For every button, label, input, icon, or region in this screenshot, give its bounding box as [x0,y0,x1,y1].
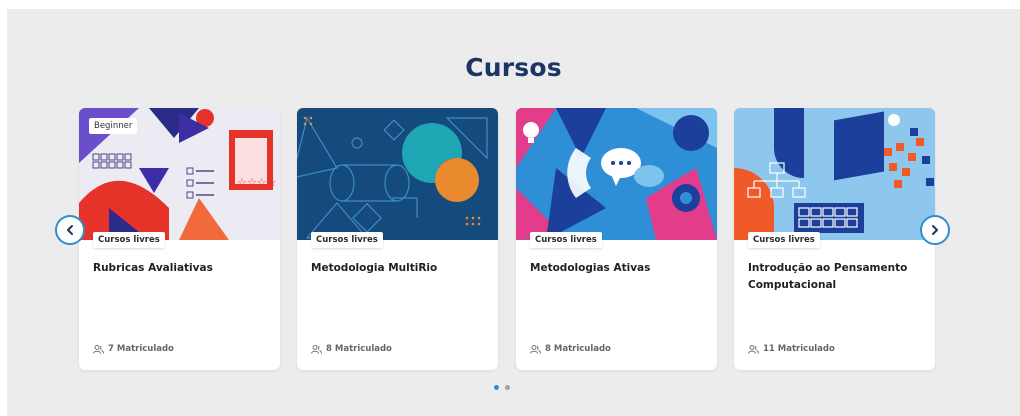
course-card-metodologias-ativas[interactable]: Cursos livres Metodologias Ativas 8 Matr… [516,108,717,370]
enrolled-count: 11 Matriculado [748,344,835,354]
course-title[interactable]: Metodologia MultiRio [311,260,486,277]
enrolled-count: 8 Matriculado [530,344,611,354]
users-icon [530,344,541,354]
courses-section: Cursos ☆☆☆☆ Beginner Cursos livres Rubri… [7,9,1020,416]
course-title[interactable]: Introdução ao Pensamento Computacional [748,260,923,294]
pagination-dot-2[interactable] [505,385,510,390]
course-image [734,108,935,240]
enrolled-label: 11 Matriculado [763,344,835,354]
carousel-next-button[interactable] [920,215,950,245]
pagination-dot-1[interactable] [494,385,499,390]
course-title[interactable]: Metodologias Ativas [530,260,705,277]
chevron-left-icon [67,225,73,235]
enrolled-count: 7 Matriculado [93,344,174,354]
carousel-prev-button[interactable] [55,215,85,245]
section-title: Cursos [465,53,562,82]
category-badge: Cursos livres [748,232,820,248]
enrolled-label: 8 Matriculado [326,344,392,354]
course-image [297,108,498,240]
svg-text:☆☆☆☆: ☆☆☆☆ [237,176,277,189]
users-icon [748,344,759,354]
category-badge: Cursos livres [530,232,602,248]
course-image [516,108,717,240]
course-card-multirio[interactable]: Cursos livres Metodologia MultiRio 8 Mat… [297,108,498,370]
category-badge: Cursos livres [311,232,383,248]
carousel-pagination [494,385,510,390]
enrolled-count: 8 Matriculado [311,344,392,354]
category-badge: Cursos livres [93,232,165,248]
users-icon [93,344,104,354]
course-title[interactable]: Rubricas Avaliativas [93,260,268,277]
course-card-pensamento-computacional[interactable]: Cursos livres Introdução ao Pensamento C… [734,108,935,370]
users-icon [311,344,322,354]
course-card-rubricas[interactable]: ☆☆☆☆ Beginner Cursos livres Rubricas Ava… [79,108,280,370]
enrolled-label: 8 Matriculado [545,344,611,354]
chevron-right-icon [932,225,938,235]
level-badge: Beginner [89,118,138,134]
enrolled-label: 7 Matriculado [108,344,174,354]
